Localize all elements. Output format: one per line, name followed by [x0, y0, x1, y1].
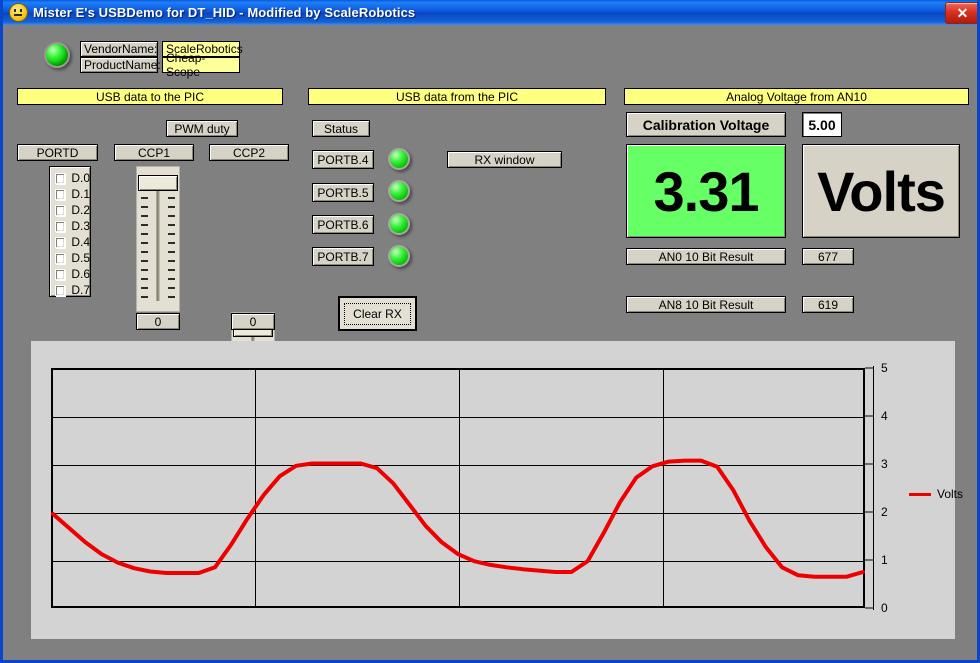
ccp1-thumb[interactable] — [138, 175, 178, 191]
pwm-duty-label: PWM duty — [166, 120, 238, 137]
y-tick-mark — [865, 608, 874, 609]
y-tick-label: 1 — [881, 553, 888, 567]
ccp1-ticks-right — [168, 179, 175, 305]
connection-led-icon — [44, 42, 70, 68]
vendor-name-label: VendorName: — [80, 41, 158, 57]
y-axis-line — [873, 366, 874, 610]
portb6-led-icon — [388, 213, 410, 235]
portd-checkbox-panel: D.0 D.1 D.2 D.3 D.4 D.5 D.6 D.7 — [49, 166, 91, 297]
an8-result-label: AN8 10 Bit Result — [626, 296, 786, 313]
calibration-voltage-label: Calibration Voltage — [626, 112, 786, 137]
legend-label-volts: Volts — [937, 487, 963, 501]
ccp1-slider[interactable] — [136, 166, 180, 312]
checkbox-icon[interactable] — [55, 205, 65, 216]
checkbox-icon[interactable] — [55, 285, 65, 296]
portd-bit-1[interactable]: D.1 — [55, 186, 90, 202]
y-tick-label: 3 — [881, 457, 888, 471]
portb5-label: PORTB.5 — [312, 183, 374, 202]
y-tick-mark — [865, 368, 874, 369]
portb7-led-icon — [388, 245, 410, 267]
portb7-label: PORTB.7 — [312, 247, 374, 266]
portd-bit-5[interactable]: D.5 — [55, 250, 90, 266]
close-button[interactable]: ✕ — [945, 2, 980, 24]
portd-bit-label: D.7 — [71, 283, 90, 297]
application-window: Mister E's USBDemo for DT_HID - Modified… — [0, 0, 980, 663]
portd-bit-2[interactable]: D.2 — [55, 202, 90, 218]
checkbox-icon[interactable] — [55, 173, 65, 184]
portd-bit-label: D.1 — [71, 187, 90, 201]
portb6-label: PORTB.6 — [312, 215, 374, 234]
ccp1-label: CCP1 — [114, 144, 194, 161]
checkbox-icon[interactable] — [55, 189, 65, 200]
y-tick-label: 4 — [881, 409, 888, 423]
clear-rx-button[interactable]: Clear RX — [338, 296, 417, 331]
an0-result-label: AN0 10 Bit Result — [626, 248, 786, 265]
portd-bit-label: D.5 — [71, 251, 90, 265]
title-bar: Mister E's USBDemo for DT_HID - Modified… — [3, 0, 980, 25]
portb4-led-icon — [388, 148, 410, 170]
analog-header: Analog Voltage from AN10 — [624, 88, 969, 105]
status-label: Status — [312, 120, 370, 137]
portd-bit-label: D.3 — [71, 219, 90, 233]
rx-window-title: RX window — [447, 151, 562, 168]
clear-rx-label: Clear RX — [344, 303, 411, 325]
ccp2-value: 0 — [231, 313, 275, 330]
checkbox-icon[interactable] — [55, 269, 65, 280]
ccp1-ticks-left — [141, 179, 148, 305]
smiley-face-icon — [9, 3, 28, 22]
to-pic-header: USB data to the PIC — [17, 88, 283, 105]
legend-swatch-volts — [909, 493, 931, 496]
chart-legend: Volts — [909, 487, 963, 501]
portd-bit-label: D.2 — [71, 203, 90, 217]
y-tick-mark — [865, 560, 874, 561]
portd-bit-label: D.0 — [71, 171, 90, 185]
ccp1-value: 0 — [136, 313, 180, 330]
voltage-unit-label: Volts — [802, 144, 960, 238]
portb4-label: PORTB.4 — [312, 150, 374, 169]
window-title: Mister E's USBDemo for DT_HID - Modified… — [33, 5, 415, 20]
an0-result-value: 677 — [802, 248, 854, 265]
portd-bit-3[interactable]: D.3 — [55, 218, 90, 234]
checkbox-icon[interactable] — [55, 237, 65, 248]
an8-result-value: 619 — [802, 296, 854, 313]
voltage-readout: 3.31 — [626, 144, 786, 238]
portd-bit-label: D.6 — [71, 267, 90, 281]
portd-bit-0[interactable]: D.0 — [55, 170, 90, 186]
chart-plot-area — [51, 368, 865, 608]
portb5-led-icon — [388, 180, 410, 202]
portd-bit-4[interactable]: D.4 — [55, 234, 90, 250]
product-name-label: ProductName: — [80, 57, 158, 73]
portd-label: PORTD — [17, 144, 98, 161]
calibration-voltage-input[interactable]: 5.00 — [802, 112, 842, 137]
y-tick-label: 5 — [881, 361, 888, 375]
checkbox-icon[interactable] — [55, 253, 65, 264]
y-tick-label: 2 — [881, 505, 888, 519]
voltage-trace — [53, 370, 863, 606]
voltage-chart: 012345 Volts — [31, 341, 955, 639]
y-tick-label: 0 — [881, 601, 888, 615]
portd-bit-7[interactable]: D.7 — [55, 282, 90, 298]
portd-bit-6[interactable]: D.6 — [55, 266, 90, 282]
ccp2-label: CCP2 — [209, 144, 289, 161]
y-tick-mark — [865, 464, 874, 465]
y-tick-mark — [865, 512, 874, 513]
checkbox-icon[interactable] — [55, 221, 65, 232]
portd-bit-label: D.4 — [71, 235, 90, 249]
from-pic-header: USB data from the PIC — [308, 88, 606, 105]
ccp1-track — [157, 187, 160, 301]
product-name-value: Cheap-Scope — [162, 57, 240, 73]
y-tick-mark — [865, 416, 874, 417]
